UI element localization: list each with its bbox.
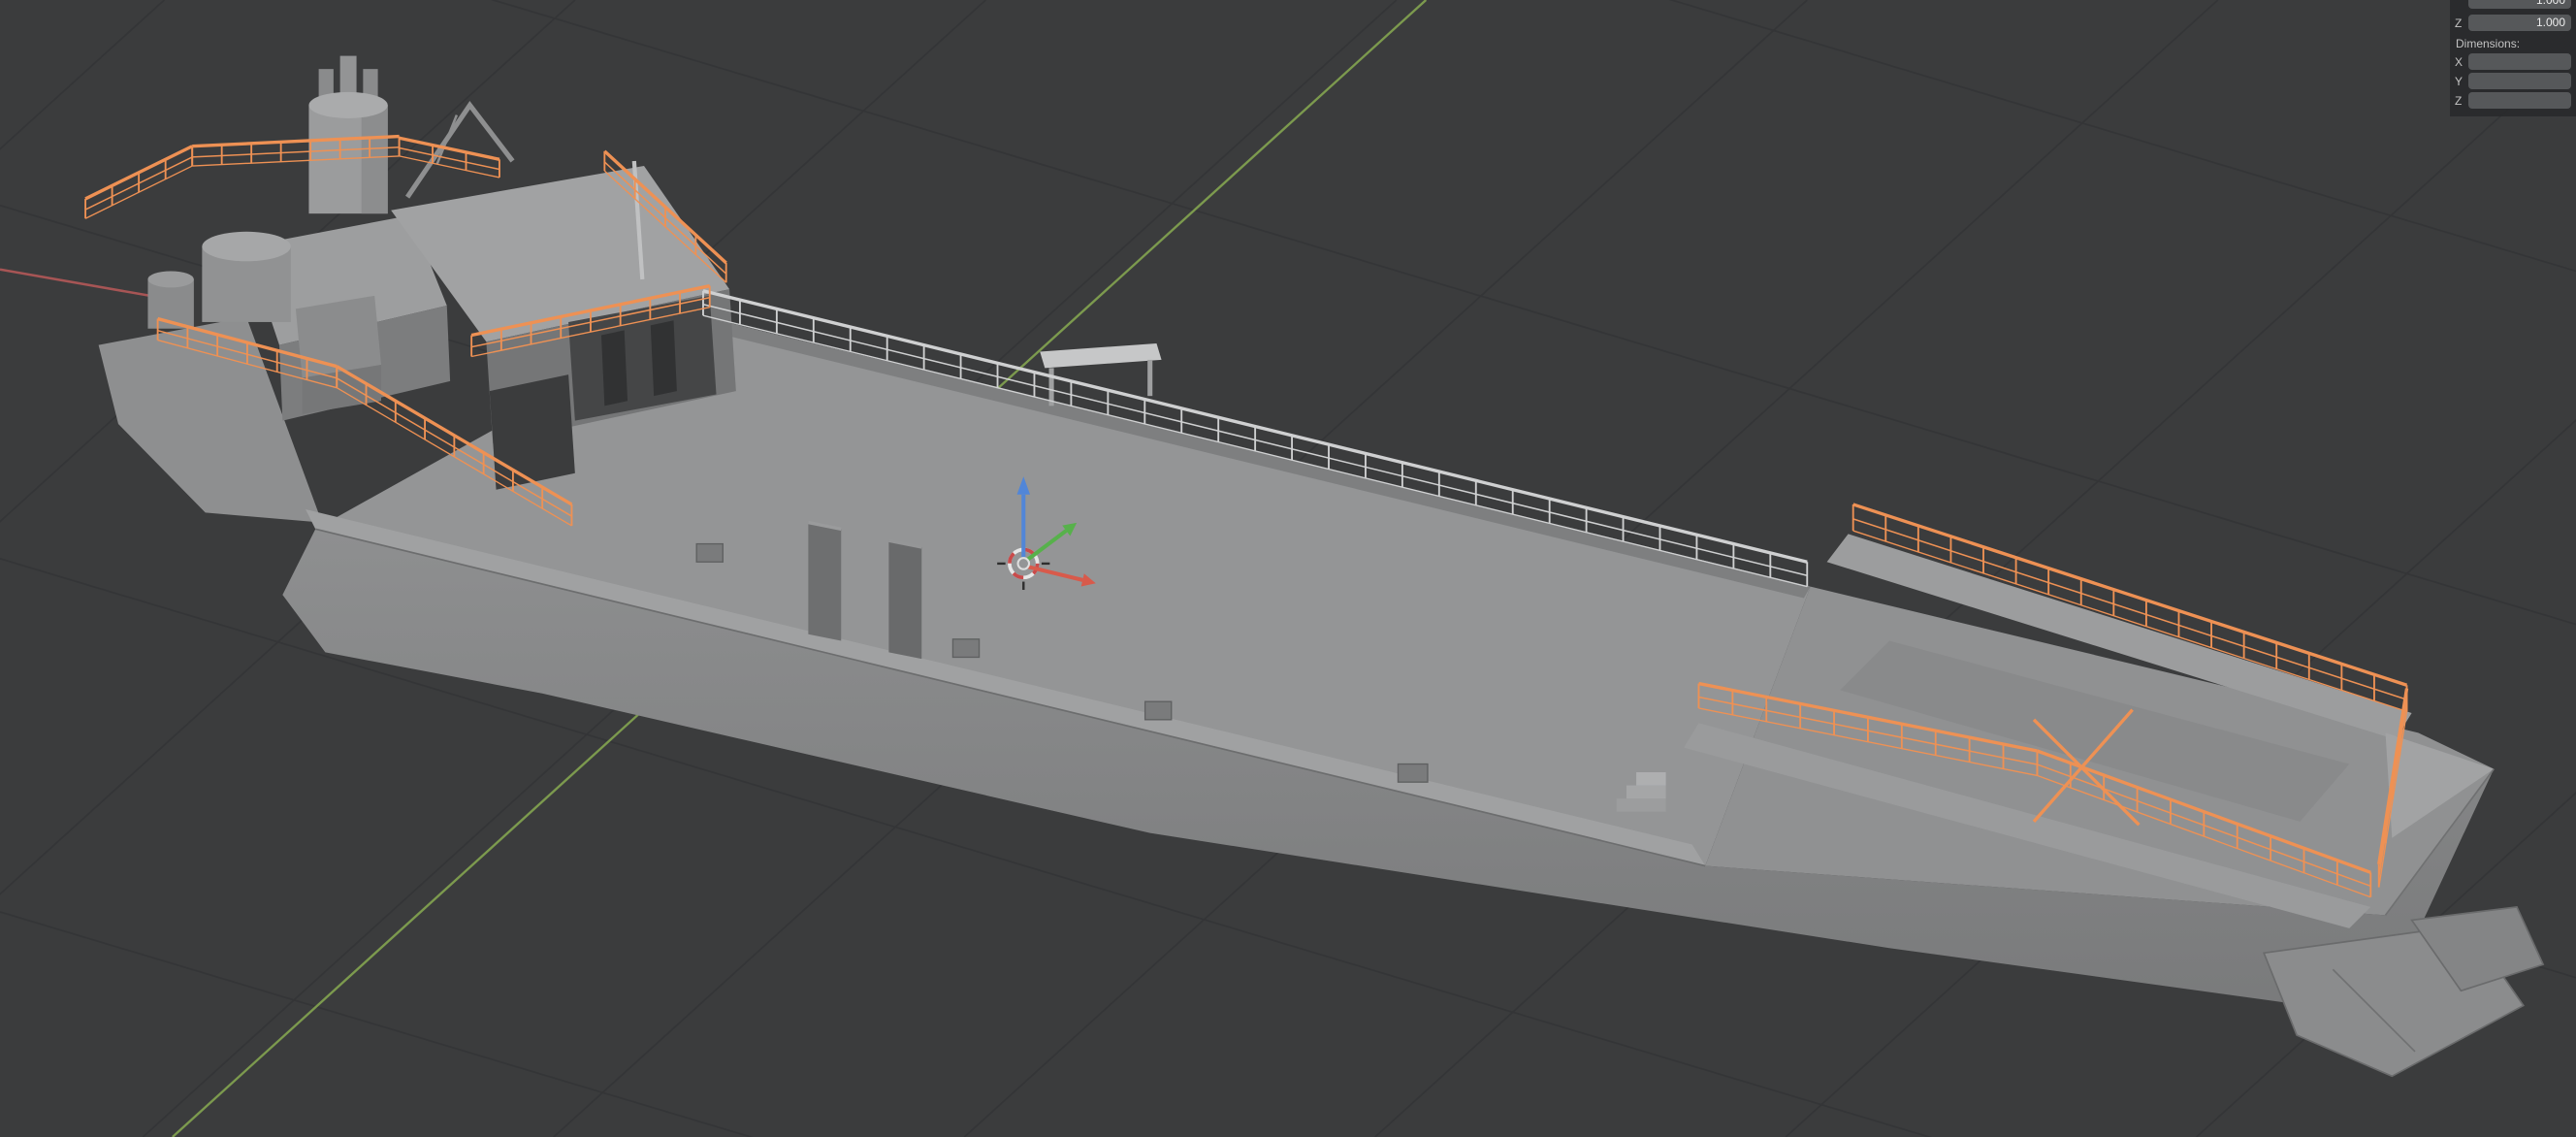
dimension-x-label: X: [2455, 54, 2463, 69]
dimension-x-field[interactable]: [2468, 53, 2571, 70]
cleat-1: [695, 542, 724, 563]
scale-y-row: 1.000: [2455, 0, 2571, 12]
stair-step-2: [1626, 785, 1666, 799]
cleat-2: [951, 638, 981, 659]
deck-slab-2[interactable]: [888, 540, 922, 660]
scale-y-value: 1.000: [2536, 0, 2565, 7]
small-tank-top: [147, 271, 194, 288]
scale-y-field[interactable]: 1.000: [2468, 0, 2571, 9]
dimension-y-label: Y: [2455, 74, 2463, 88]
dimension-x-row: X: [2455, 53, 2571, 70]
dimensions-label: Dimensions:: [2456, 37, 2521, 50]
dimension-z-row: Z: [2455, 92, 2571, 109]
scale-z-row: Z 1.000: [2455, 15, 2571, 31]
stair-step-1: [1616, 798, 1666, 812]
blender-3d-viewport[interactable]: 1.000 Z 1.000 Dimensions: X Y Z: [0, 0, 2576, 1137]
scale-z-label: Z: [2455, 16, 2463, 30]
dark-recess: [489, 374, 575, 490]
ship-model[interactable]: [84, 55, 2545, 1078]
funnel-top: [308, 91, 388, 118]
dimension-y-field[interactable]: [2468, 73, 2571, 89]
cleat-4: [1397, 763, 1429, 783]
tank-top: [202, 231, 291, 262]
deck-slab-1[interactable]: [808, 522, 842, 641]
bench-top: [1040, 342, 1162, 369]
sidebar-transform-panel: 1.000 Z 1.000 Dimensions: X Y Z: [2450, 0, 2576, 116]
dimension-z-label: Z: [2455, 93, 2463, 108]
doorway-2: [650, 320, 677, 397]
dimension-z-field[interactable]: [2468, 92, 2571, 109]
funnel-shade: [361, 105, 388, 214]
dimension-y-row: Y: [2455, 73, 2571, 89]
scale-z-field[interactable]: 1.000: [2468, 15, 2571, 31]
viewport-canvas[interactable]: [0, 0, 2576, 1137]
scale-z-value: 1.000: [2535, 16, 2565, 29]
x-axis-line: [0, 268, 160, 299]
doorway-1: [600, 330, 628, 406]
cleat-3: [1143, 700, 1173, 721]
stair-step-3: [1636, 772, 1666, 786]
